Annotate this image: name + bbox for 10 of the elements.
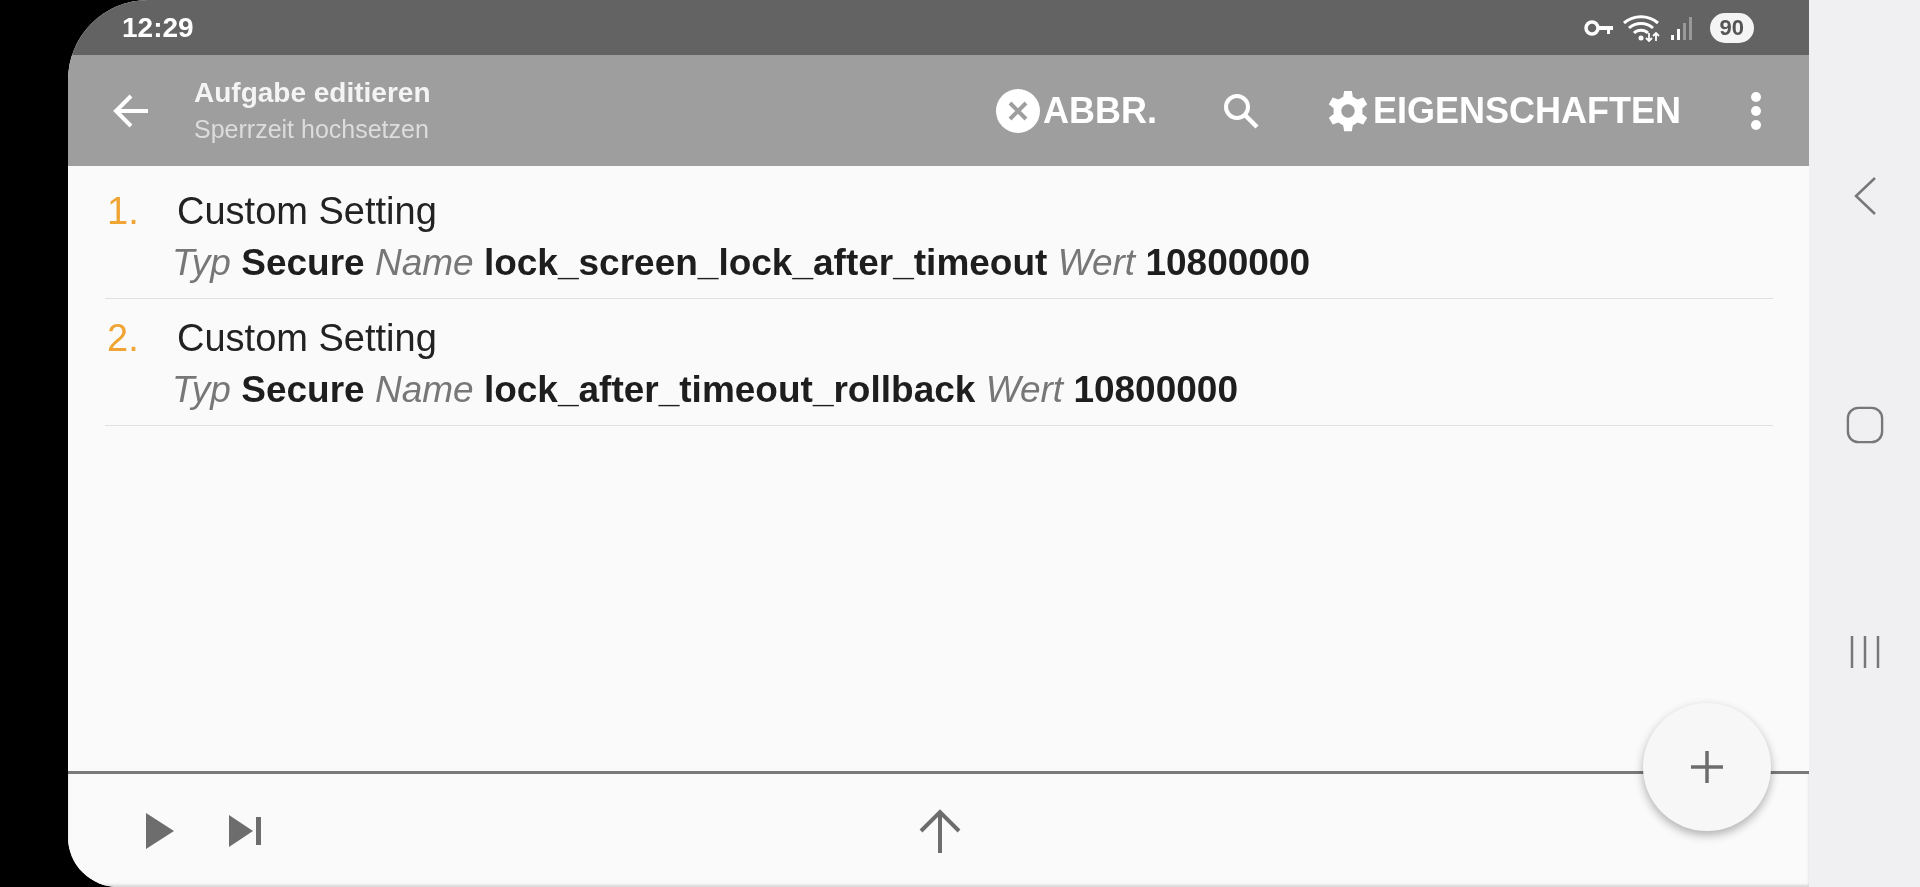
action-parameters: Typ Secure Name lock_screen_lock_after_timeout Wert 10800000	[172, 242, 1312, 284]
action-number: 2.	[106, 316, 140, 360]
action-title[interactable]: Custom Setting	[177, 316, 437, 360]
screen-subtitle: Sperrzeit hochsetzen	[194, 115, 430, 144]
battery-level: 90	[1709, 12, 1754, 43]
status-time: 12:29	[122, 11, 194, 44]
screen-title: Aufgabe editieren	[194, 77, 431, 109]
action-parameters: Typ Secure Name lock_after_timeout_rollback Wert 10800000	[172, 369, 1239, 411]
action-number: 1.	[106, 189, 140, 233]
action-title[interactable]: Custom Setting	[177, 189, 437, 233]
